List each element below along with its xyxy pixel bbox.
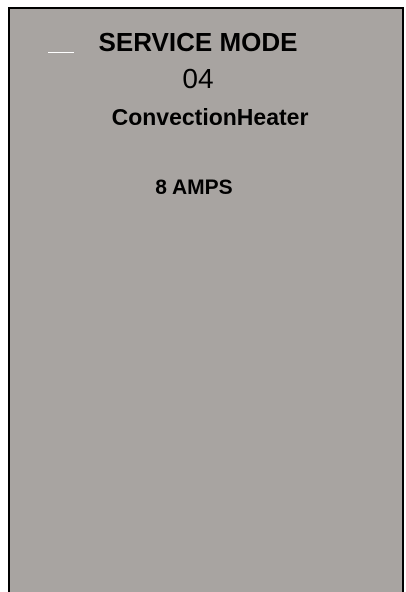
current-reading: 8 AMPS <box>155 176 233 199</box>
mode-number: 04 <box>182 63 214 94</box>
component-name: ConvectionHeater <box>111 104 309 130</box>
service-mode-title: SERVICE MODE <box>98 27 298 57</box>
service-display-panel: SERVICE MODE 04 ConvectionHeater 8 AMPS <box>8 7 404 592</box>
